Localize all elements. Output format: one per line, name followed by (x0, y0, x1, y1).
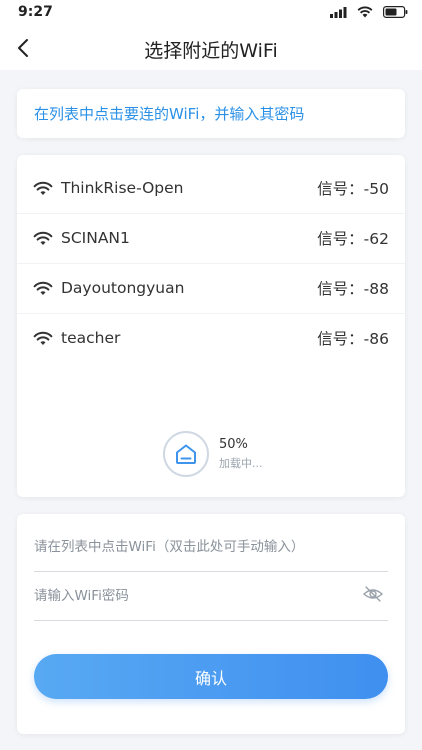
loading-label: 加载中... (219, 457, 263, 470)
wifi-form: 确认 (17, 514, 405, 734)
status-bar: 9:27 (0, 0, 422, 26)
wifi-signal: 信号：-86 (317, 327, 389, 349)
ssid-field[interactable] (34, 522, 388, 572)
wifi-ssid: Dayoutongyuan (61, 279, 185, 297)
signal-value: -86 (363, 330, 389, 348)
battery-icon (383, 6, 408, 18)
wifi-ssid: SCINAN1 (61, 229, 130, 247)
wifi-icon (33, 331, 53, 345)
loading-text-group: 50% 加载中... (219, 437, 263, 471)
signal-label: 信号： (317, 230, 364, 248)
wifi-list: ThinkRise-Open 信号：-50 SCINAN1 信号：-62 Day… (17, 155, 405, 497)
password-field[interactable] (34, 571, 388, 621)
signal-value: -50 (363, 180, 389, 198)
cellular-signal-icon (330, 6, 347, 18)
loading-percent: 50% (219, 437, 248, 452)
ssid-input[interactable] (34, 538, 388, 555)
signal-value: -88 (363, 280, 389, 298)
wifi-list-item[interactable]: teacher 信号：-86 (17, 313, 405, 363)
eye-off-icon (362, 586, 384, 602)
home-icon (176, 444, 196, 464)
wifi-icon (33, 231, 53, 245)
wifi-ssid: ThinkRise-Open (61, 179, 184, 197)
wifi-signal: 信号：-62 (317, 227, 389, 249)
nav-bar: 选择附近的WiFi (0, 26, 422, 70)
signal-label: 信号： (317, 280, 364, 298)
confirm-button[interactable]: 确认 (34, 654, 388, 699)
signal-value: -62 (363, 230, 389, 248)
instruction-tip: 在列表中点击要连的WiFi，并输入其密码 (17, 89, 405, 138)
wifi-signal: 信号：-88 (317, 277, 389, 299)
wifi-status-icon (357, 6, 373, 18)
wifi-icon (33, 181, 53, 195)
signal-label: 信号： (317, 180, 364, 198)
toggle-password-visibility[interactable] (362, 585, 384, 607)
wifi-list-item[interactable]: Dayoutongyuan 信号：-88 (17, 263, 405, 313)
signal-label: 信号： (317, 330, 364, 348)
wifi-icon (33, 281, 53, 295)
loading-circle (163, 431, 209, 477)
status-icons (330, 6, 408, 18)
page-title: 选择附近的WiFi (144, 40, 278, 62)
loading-indicator: 50% 加载中... (163, 431, 263, 477)
wifi-list-item[interactable]: ThinkRise-Open 信号：-50 (17, 163, 405, 213)
password-input[interactable] (34, 587, 388, 604)
wifi-list-item[interactable]: SCINAN1 信号：-62 (17, 213, 405, 263)
status-time: 9:27 (18, 4, 53, 20)
wifi-signal: 信号：-50 (317, 177, 389, 199)
wifi-ssid: teacher (61, 329, 121, 347)
